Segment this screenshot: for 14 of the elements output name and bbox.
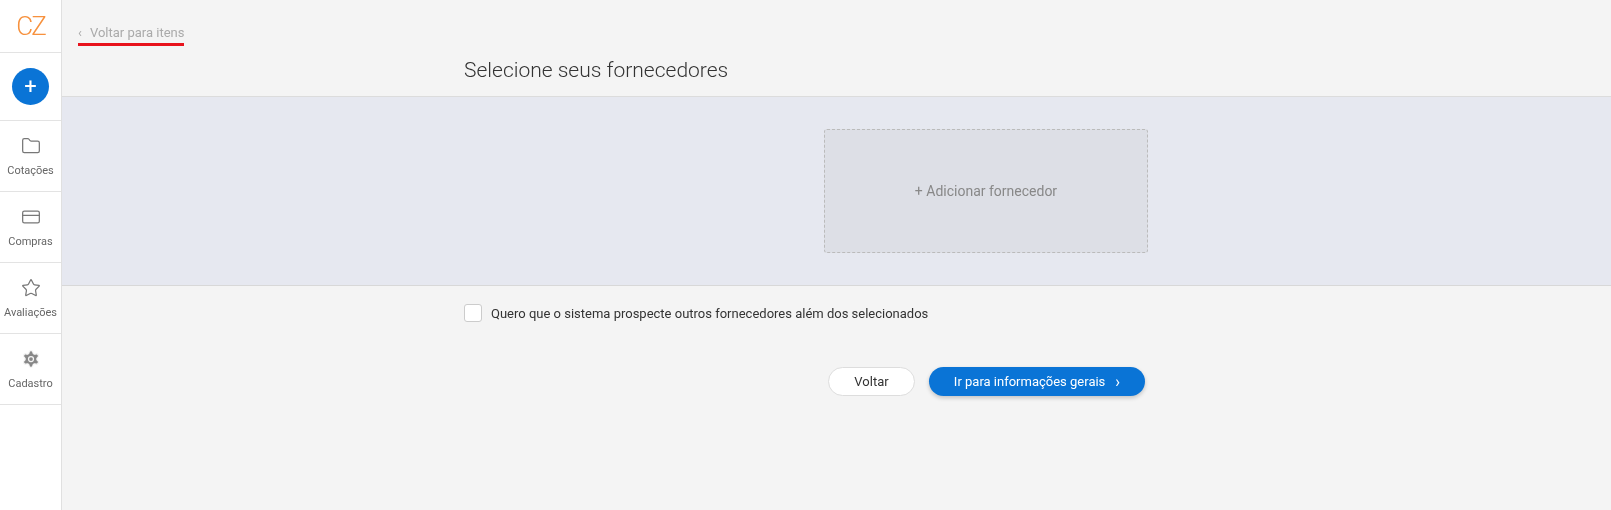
back-button[interactable]: Voltar xyxy=(828,367,915,396)
folder-icon[interactable] xyxy=(20,135,41,156)
gear-icon[interactable] xyxy=(20,348,41,369)
next-button[interactable]: Ir para informações gerais › xyxy=(929,367,1145,396)
sidebar-label[interactable]: Cadastro xyxy=(8,376,53,390)
checkbox[interactable] xyxy=(464,304,482,322)
sidebar-label[interactable]: Cotações xyxy=(7,163,54,177)
sidebar-label[interactable]: Avaliações xyxy=(4,305,57,319)
star-icon[interactable] xyxy=(20,277,41,298)
page-title: Selecione seus fornecedores xyxy=(464,58,730,82)
checkbox-label: Quero que o sistema prospecte outros fornecedores além dos selecionados xyxy=(491,305,929,321)
logo: CZ xyxy=(0,0,61,53)
sidebar-label[interactable]: Compras xyxy=(8,234,53,248)
add-button[interactable]: + xyxy=(12,68,49,105)
